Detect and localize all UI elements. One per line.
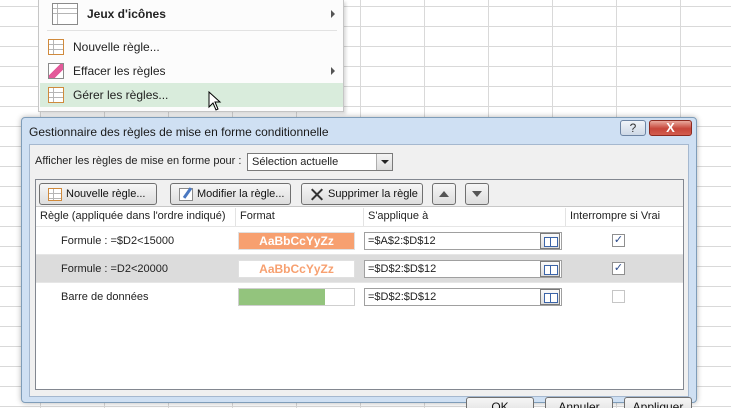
conditional-formatting-menu: Jeux d'icônes Nouvelle règle... Effacer …: [38, 0, 344, 112]
arrow-up-icon: [439, 191, 449, 197]
applies-to-input[interactable]: =$D$2:$D$12: [364, 260, 562, 278]
submenu-arrow-icon: [331, 10, 335, 18]
new-rule-button[interactable]: Nouvelle règle...: [39, 183, 157, 205]
range-select-icon[interactable]: [540, 261, 560, 277]
rule-description: Formule : =D2<20000: [61, 263, 169, 275]
applies-to-value: =$D$2:$D$12: [368, 263, 437, 275]
menu-item-icon-sets[interactable]: Jeux d'icônes: [40, 0, 343, 28]
rule-row[interactable]: Formule : =D2<20000 AaBbCcYyZz =$D$2:$D$…: [36, 254, 683, 282]
rules-list: Nouvelle règle... Modifier la règle... S…: [35, 179, 684, 390]
range-select-icon[interactable]: [540, 289, 560, 305]
rules-toolbar: Nouvelle règle... Modifier la règle... S…: [36, 180, 683, 207]
ok-button[interactable]: OK: [466, 397, 534, 408]
menu-item-new-rule[interactable]: Nouvelle règle...: [40, 35, 343, 59]
manage-rules-icon: [48, 87, 64, 103]
new-rule-icon: [48, 39, 64, 55]
close-button[interactable]: X: [649, 120, 692, 136]
delete-rule-button[interactable]: Supprimer la règle: [301, 183, 423, 205]
format-preview: AaBbCcYyZz: [238, 232, 355, 250]
edit-rule-button[interactable]: Modifier la règle...: [170, 183, 291, 205]
menu-item-clear-rules[interactable]: Effacer les règles: [40, 59, 343, 83]
menu-item-label: Nouvelle règle...: [73, 40, 160, 54]
stop-if-true-checkbox[interactable]: ✓: [612, 234, 625, 247]
clear-rules-icon: [48, 63, 64, 79]
rule-description: Barre de données: [61, 291, 149, 303]
menu-item-label: Gérer les règles...: [73, 88, 169, 102]
menu-item-label: Effacer les règles: [73, 64, 166, 78]
applies-to-value: =$D$2:$D$12: [368, 291, 437, 303]
menu-item-manage-rules[interactable]: Gérer les règles...: [40, 83, 343, 107]
format-preview: AaBbCcYyZz: [238, 260, 355, 278]
menu-separator: [47, 30, 337, 31]
column-header-format[interactable]: Format: [236, 208, 364, 226]
submenu-arrow-icon: [331, 67, 335, 75]
icon-sets-icon: [52, 3, 78, 25]
data-bar-fill: [239, 289, 326, 305]
move-down-button[interactable]: [465, 183, 489, 205]
show-rules-label: Afficher les règles de mise en forme pou…: [35, 155, 242, 167]
dialog-body: Afficher les règles de mise en forme pou…: [29, 144, 692, 408]
dialog-titlebar[interactable]: Gestionnaire des règles de mise en forme…: [22, 118, 696, 144]
delete-rule-label: Supprimer la règle: [328, 188, 418, 200]
mouse-cursor-icon: [208, 91, 222, 111]
show-rules-value: Sélection actuelle: [252, 156, 339, 168]
rule-row[interactable]: Barre de données =$D$2:$D$12: [36, 282, 683, 310]
edit-rule-icon: [179, 187, 193, 201]
cancel-button[interactable]: Annuler: [545, 397, 613, 408]
arrow-down-icon: [472, 191, 482, 197]
applies-to-input[interactable]: =$A$2:$D$12: [364, 232, 562, 250]
apply-button[interactable]: Appliquer: [624, 397, 692, 408]
format-preview-data-bar: [238, 288, 355, 306]
stop-if-true-checkbox[interactable]: [612, 290, 625, 303]
help-button[interactable]: ?: [620, 120, 646, 136]
delete-x-icon: [310, 188, 324, 201]
stop-if-true-checkbox[interactable]: ✓: [612, 262, 625, 275]
column-header-rule[interactable]: Règle (appliquée dans l'ordre indiqué): [36, 208, 236, 226]
rule-description: Formule : =$D2<15000: [61, 235, 175, 247]
menu-item-label: Jeux d'icônes: [87, 7, 166, 21]
edit-rule-label: Modifier la règle...: [197, 188, 285, 200]
move-up-button[interactable]: [432, 183, 456, 205]
conditional-formatting-rules-manager-dialog: Gestionnaire des règles de mise en forme…: [21, 117, 697, 408]
new-rule-label: Nouvelle règle...: [66, 188, 146, 200]
range-select-icon[interactable]: [540, 233, 560, 249]
applies-to-input[interactable]: =$D$2:$D$12: [364, 288, 562, 306]
column-header-applies-to[interactable]: S'applique à: [364, 208, 566, 226]
applies-to-value: =$A$2:$D$12: [368, 235, 436, 247]
column-header-stop-if-true[interactable]: Interrompre si Vrai: [566, 208, 683, 226]
rule-row[interactable]: Formule : =$D2<15000 AaBbCcYyZz =$A$2:$D…: [36, 226, 683, 254]
chevron-down-icon[interactable]: [376, 154, 392, 170]
new-rule-icon: [48, 187, 62, 201]
rules-table-header: Règle (appliquée dans l'ordre indiqué) F…: [36, 208, 683, 226]
show-rules-select[interactable]: Sélection actuelle: [247, 153, 393, 171]
dialog-title: Gestionnaire des règles de mise en forme…: [29, 125, 329, 139]
